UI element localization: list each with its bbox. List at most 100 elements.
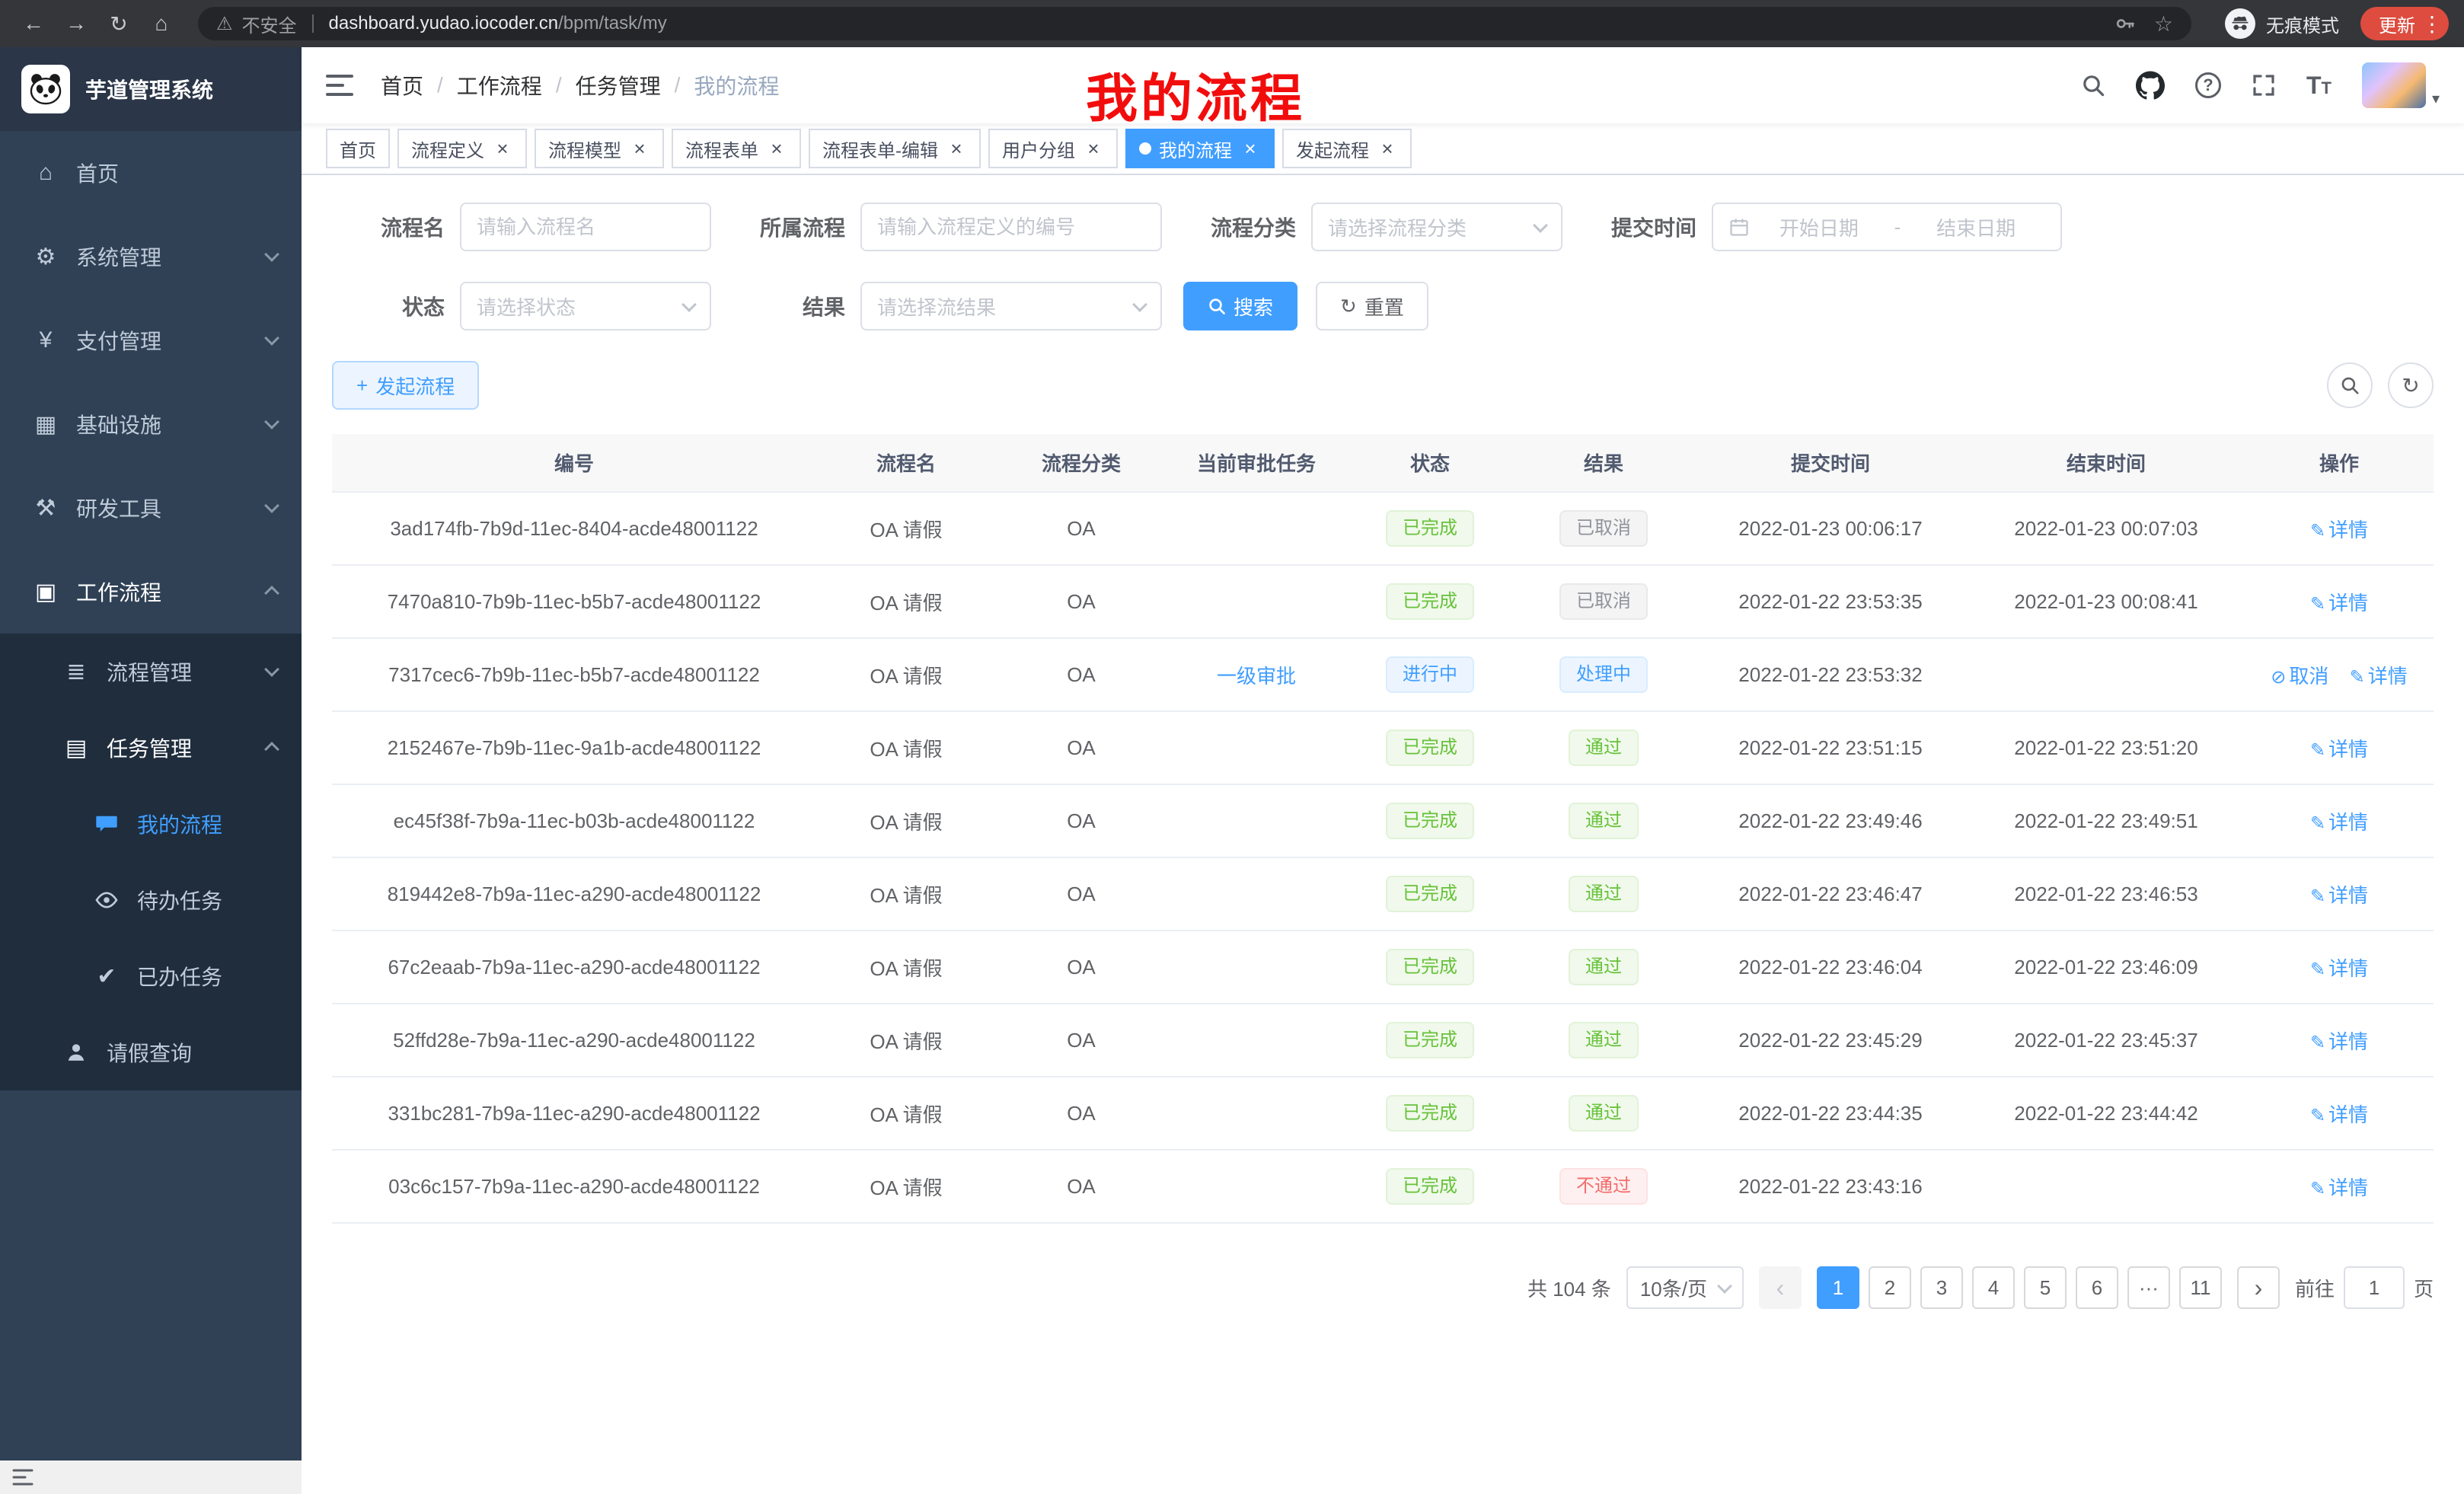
search-icon[interactable] [2081,73,2105,97]
detail-link[interactable]: ✎详情 [2310,1103,2368,1126]
table-row: ec45f38f-7b9a-11ec-b03b-acde48001122 OA … [332,784,2434,857]
refresh-icon: ↻ [2402,373,2419,398]
tab[interactable]: 流程表单 × [672,129,801,168]
sidebar-item-label: 系统管理 [76,241,267,272]
sidebar-item-home[interactable]: ⌂ 首页 [0,131,302,215]
sidebar-item-system[interactable]: ⚙ 系统管理 [0,215,302,298]
process-id-cell: 52ffd28e-7b9a-11ec-a290-acde48001122 [332,1004,816,1077]
page-button[interactable]: 11 [2179,1266,2222,1309]
result-select[interactable]: 请选择流结果 [860,282,1162,330]
detail-link[interactable]: ✎详情 [2350,665,2408,688]
sidebar-item-todo-tasks[interactable]: 待办任务 [0,862,302,938]
tab[interactable]: 我的流程 × [1125,129,1275,168]
browser-reload-button[interactable]: ↻ [101,5,137,42]
browser-back-button[interactable]: ← [15,5,52,42]
next-page-button[interactable]: › [2237,1266,2280,1309]
page-button[interactable]: 6 [2076,1266,2118,1309]
refresh-table-button[interactable]: ↻ [2388,362,2434,408]
sidebar-item-infrastructure[interactable]: ▦ 基础设施 [0,382,302,466]
detail-link[interactable]: ✎详情 [2310,1030,2368,1053]
process-name-input[interactable] [477,215,694,239]
result-cell: 已取消 [1514,565,1693,638]
detail-link[interactable]: ✎详情 [2310,738,2368,761]
tab[interactable]: 流程模型 × [535,129,664,168]
detail-link[interactable]: ✎详情 [2310,884,2368,907]
breadcrumb-item[interactable]: 首页 / [381,70,457,101]
help-icon[interactable]: ? [2195,72,2221,98]
toggle-search-button[interactable] [2327,362,2373,408]
prev-page-button[interactable]: ‹ [1759,1266,1802,1309]
close-icon[interactable]: × [946,139,967,158]
detail-link[interactable]: ✎详情 [2310,519,2368,541]
sidebar-item-payment[interactable]: ¥ 支付管理 [0,298,302,382]
page-button[interactable]: 5 [2024,1266,2067,1309]
page-button[interactable]: 4 [1972,1266,2015,1309]
browser-forward-button[interactable]: → [58,5,94,42]
goto-page-input[interactable] [2344,1266,2405,1309]
sidebar-item-task-management[interactable]: ▤ 任务管理 [0,710,302,786]
calendar-icon [1728,216,1750,238]
search-button[interactable]: 搜索 [1183,282,1297,330]
table-row: 03c6c157-7b9a-11ec-a290-acde48001122 OA … [332,1150,2434,1223]
sidebar-item-my-process[interactable]: 我的流程 [0,786,302,862]
browser-update-button[interactable]: 更新 ⋮ [2360,7,2449,40]
tab[interactable]: 流程定义 × [397,129,527,168]
address-bar[interactable]: ⚠ 不安全 dashboard.yudao.iocoder.cn/bpm/tas… [198,7,2191,40]
category-select[interactable]: 请选择流程分类 [1311,203,1562,251]
bookmark-star-icon[interactable]: ☆ [2154,11,2173,37]
cancel-link[interactable]: ⊘取消 [2271,665,2328,688]
font-size-icon[interactable]: TT [2306,72,2332,100]
page-button[interactable]: 2 [1869,1266,1911,1309]
github-icon[interactable] [2136,71,2165,100]
close-icon[interactable]: × [492,139,513,158]
close-icon[interactable]: × [1240,139,1261,158]
user-avatar[interactable]: ▾ [2362,62,2440,108]
process-def-input[interactable] [877,215,1145,239]
sidebar-item-process-management[interactable]: ≣ 流程管理 [0,634,302,710]
fullscreen-icon[interactable] [2252,73,2276,97]
sidebar-item-done-tasks[interactable]: ✔ 已办任务 [0,938,302,1014]
breadcrumb-item[interactable]: 工作流程 / [457,70,576,101]
close-icon[interactable]: × [1377,139,1398,158]
end-time-cell: 2022-01-22 23:49:51 [1968,784,2245,857]
create-process-button[interactable]: + 发起流程 [332,361,479,410]
tab[interactable]: 首页 [326,129,390,168]
page-button[interactable]: 1 [1817,1266,1859,1309]
sidebar-item-leave-query[interactable]: 请假查询 [0,1014,302,1090]
page-size-select[interactable]: 10条/页 [1626,1266,1744,1309]
current-task-link[interactable]: 一级审批 [1217,665,1296,688]
hamburger-icon[interactable] [326,73,353,97]
tab[interactable]: 流程表单-编辑 × [809,129,981,168]
breadcrumb-item[interactable]: 任务管理 / [576,70,694,101]
sidebar-item-label: 工作流程 [76,576,267,607]
browser-menu-icon[interactable]: ⋮ [2418,10,2446,37]
detail-link[interactable]: ✎详情 [2310,592,2368,615]
page-button[interactable]: ··· [2127,1266,2170,1309]
detail-link[interactable]: ✎详情 [2310,957,2368,980]
status-cell: 已完成 [1346,492,1514,565]
browser-home-button[interactable]: ⌂ [143,5,180,42]
detail-link[interactable]: ✎详情 [2310,1176,2368,1199]
tab[interactable]: 发起流程 × [1282,129,1412,168]
page-button[interactable]: 3 [1920,1266,1963,1309]
end-time-cell: 2022-01-23 00:08:41 [1968,565,2245,638]
detail-link[interactable]: ✎详情 [2310,811,2368,834]
table-row: 3ad174fb-7b9d-11ec-8404-acde48001122 OA … [332,492,2434,565]
breadcrumb-item[interactable]: 我的流程 [694,70,779,101]
sidebar-item-devtools[interactable]: ⚒ 研发工具 [0,466,302,550]
reset-button[interactable]: ↻ 重置 [1316,282,1428,330]
close-icon[interactable]: × [629,139,650,158]
key-icon[interactable] [2115,13,2136,34]
sidebar-collapse-bar[interactable] [0,1460,302,1494]
actions-cell: ✎详情 [2245,1004,2434,1077]
process-name-cell: OA 请假 [816,1004,996,1077]
tab[interactable]: 用户分组 × [988,129,1118,168]
close-icon[interactable]: × [1083,139,1104,158]
status-cell: 已完成 [1346,857,1514,931]
edit-icon: ✎ [2310,813,2325,834]
close-icon[interactable]: × [766,139,787,158]
sidebar-item-workflow[interactable]: ▣ 工作流程 [0,550,302,634]
status-select[interactable]: 请选择状态 [460,282,711,330]
submit-time-range-picker[interactable]: 开始日期 - 结束日期 [1712,203,2062,251]
result-tag: 通过 [1569,1022,1639,1058]
